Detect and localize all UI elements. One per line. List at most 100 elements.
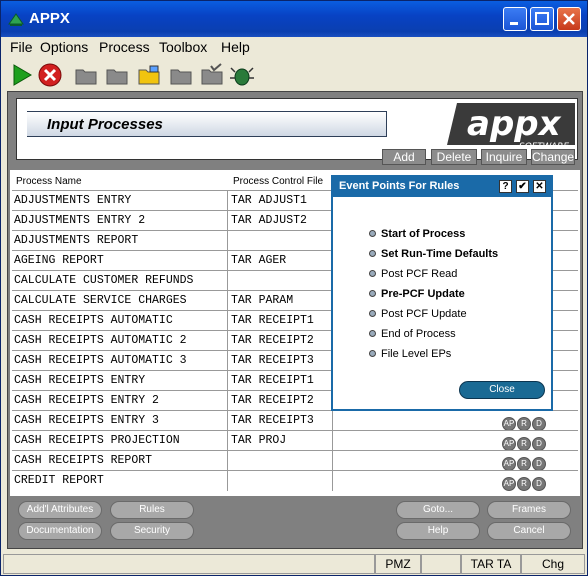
table-row[interactable]: CREDIT REPORT AP R D (12, 470, 578, 491)
table-row[interactable]: CASH RECEIPTS REPORT AP R D (12, 450, 578, 471)
dialog-ok-button[interactable]: ✔ (516, 180, 529, 193)
help-button[interactable]: Help (396, 522, 480, 540)
status-tar-ta: TAR TA (461, 554, 521, 574)
ap-icon[interactable]: AP (502, 417, 516, 431)
column-divider (227, 411, 228, 431)
dialog-close-button[interactable]: Close (459, 381, 545, 399)
column-divider (227, 391, 228, 411)
ap-icon[interactable]: AP (502, 437, 516, 451)
column-divider (332, 431, 333, 451)
event-point-item[interactable]: Post PCF Read (369, 268, 457, 280)
cancel-button[interactable]: Cancel (487, 522, 571, 540)
ap-icon[interactable]: AP (502, 477, 516, 491)
menu-file[interactable]: File (10, 39, 33, 55)
process-control-file-cell: TAR RECEIPT1 (231, 374, 314, 387)
menu-process[interactable]: Process (99, 39, 150, 55)
event-point-item[interactable]: File Level EPs (369, 348, 451, 360)
window-title: APPX (29, 10, 70, 27)
page-title: Input Processes (27, 111, 387, 137)
event-point-item[interactable]: Post PCF Update (369, 308, 467, 320)
process-name-cell: CALCULATE SERVICE CHARGES (14, 294, 187, 307)
process-name-cell: CASH RECEIPTS AUTOMATIC (14, 314, 173, 327)
bullet-icon (369, 350, 376, 357)
process-name-cell: AGEING REPORT (14, 254, 104, 267)
menu-options[interactable]: Options (40, 39, 88, 55)
menu-bar: File Options Process Toolbox Help (3, 38, 587, 58)
d-icon[interactable]: D (532, 477, 546, 491)
folder-open-icon[interactable] (104, 62, 130, 88)
minimize-button[interactable] (503, 7, 527, 31)
column-divider (227, 291, 228, 311)
delete-button[interactable]: Delete (431, 149, 477, 165)
process-name-cell: CASH RECEIPTS AUTOMATIC 3 (14, 354, 187, 367)
documentation-button[interactable]: Documentation (18, 522, 102, 540)
process-name-cell: CASH RECEIPTS REPORT (14, 454, 153, 467)
column-divider (227, 271, 228, 291)
column-divider (227, 331, 228, 351)
r-icon[interactable]: R (517, 437, 531, 451)
d-icon[interactable]: D (532, 437, 546, 451)
process-control-file-cell: TAR AGER (231, 254, 287, 267)
column-divider (332, 451, 333, 471)
process-name-cell: ADJUSTMENTS REPORT (14, 234, 139, 247)
event-point-item[interactable]: Pre-PCF Update (369, 288, 465, 300)
column-divider (227, 191, 228, 211)
process-control-file-cell: TAR ADJUST1 (231, 194, 307, 207)
process-control-file-cell: TAR RECEIPT2 (231, 394, 314, 407)
r-icon[interactable]: R (517, 477, 531, 491)
folder-highlight-icon[interactable] (136, 62, 162, 88)
r-icon[interactable]: R (517, 417, 531, 431)
bullet-icon (369, 230, 376, 237)
bullet-icon (369, 310, 376, 317)
process-control-file-cell: TAR PARAM (231, 294, 294, 307)
change-button[interactable]: Change (531, 149, 575, 165)
process-control-file-cell: TAR RECEIPT1 (231, 314, 314, 327)
event-point-item[interactable]: End of Process (369, 328, 456, 340)
add-button[interactable]: Add (382, 149, 426, 165)
event-points-dialog: Event Points For Rules ? ✔ ✕ Start of Pr… (331, 175, 553, 411)
rules-button[interactable]: Rules (110, 501, 194, 519)
event-point-item[interactable]: Set Run-Time Defaults (369, 248, 498, 260)
frames-button[interactable]: Frames (487, 501, 571, 519)
event-point-label: Post PCF Read (381, 268, 458, 280)
table-row[interactable]: CASH RECEIPTS PROJECTION TAR PROJ AP R D (12, 430, 578, 451)
column-divider (227, 451, 228, 471)
run-icon[interactable] (9, 62, 35, 88)
stop-icon[interactable] (37, 62, 63, 88)
event-point-label: Post PCF Update (381, 308, 467, 320)
folder-check-icon[interactable] (199, 62, 225, 88)
addl-attributes-button[interactable]: Add'l Attributes (18, 501, 102, 519)
column-divider (332, 471, 333, 491)
event-point-label: File Level EPs (381, 348, 452, 360)
folder-x-icon[interactable] (168, 62, 194, 88)
col-header-process-control-file: Process Control File (233, 176, 324, 187)
d-icon[interactable]: D (532, 457, 546, 471)
row-action-icons: AP R D (502, 473, 547, 491)
menu-help[interactable]: Help (221, 39, 250, 55)
svg-text:appx: appx (467, 104, 562, 144)
bug-icon[interactable] (229, 62, 255, 88)
close-button[interactable] (557, 7, 581, 31)
maximize-button[interactable] (530, 7, 554, 31)
dialog-help-button[interactable]: ? (499, 180, 512, 193)
goto-button[interactable]: Goto... (396, 501, 480, 519)
table-row[interactable]: CASH RECEIPTS ENTRY 3 TAR RECEIPT3 AP R D (12, 410, 578, 431)
process-name-cell: CASH RECEIPTS ENTRY 3 (14, 414, 159, 427)
menu-toolbox[interactable]: Toolbox (159, 39, 207, 55)
bullet-icon (369, 270, 376, 277)
event-point-item[interactable]: Start of Process (369, 228, 465, 240)
column-divider (227, 431, 228, 451)
folder-icon[interactable] (73, 62, 99, 88)
status-blank-2 (421, 554, 461, 574)
ap-icon[interactable]: AP (502, 457, 516, 471)
status-chg: Chg (521, 554, 585, 574)
d-icon[interactable]: D (532, 417, 546, 431)
dialog-close-x-button[interactable]: ✕ (533, 180, 546, 193)
inquire-button[interactable]: Inquire (481, 149, 527, 165)
process-control-file-cell: TAR RECEIPT2 (231, 334, 314, 347)
status-pmz: PMZ (375, 554, 421, 574)
process-name-cell: CASH RECEIPTS ENTRY (14, 374, 146, 387)
r-icon[interactable]: R (517, 457, 531, 471)
security-button[interactable]: Security (110, 522, 194, 540)
process-control-file-cell: TAR PROJ (231, 434, 287, 447)
